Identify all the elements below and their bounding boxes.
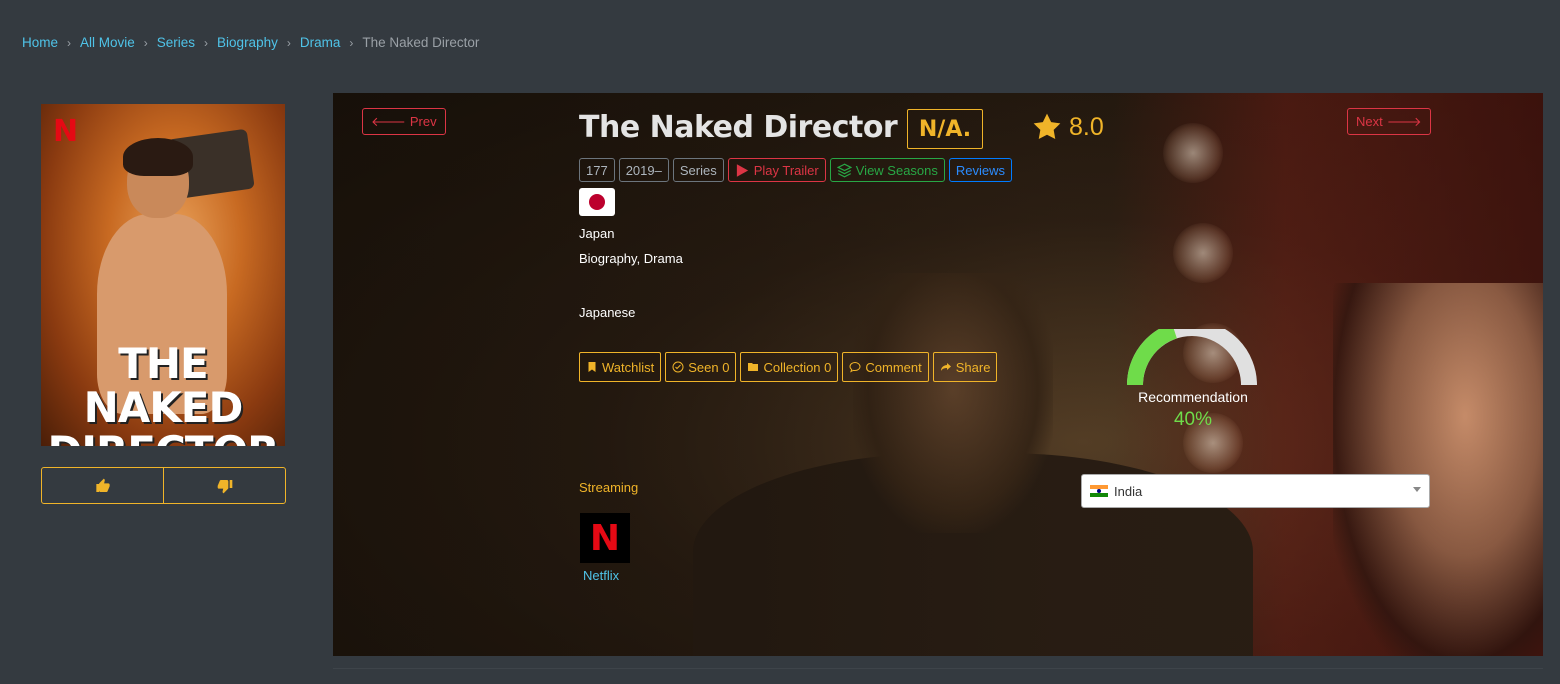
collection-button[interactable]: Collection 0 [740,352,839,382]
breadcrumb-drama[interactable]: Drama [300,35,341,50]
play-trailer-label: Play Trailer [753,162,819,178]
netflix-provider-logo[interactable]: N [580,513,630,563]
dislike-button[interactable] [163,468,285,503]
breadcrumb-all-movie[interactable]: All Movie [80,35,135,50]
page-title: The Naked Director [579,110,898,145]
divider [333,668,1543,669]
collection-label: Collection 0 [763,359,832,375]
reviews-button[interactable]: Reviews [948,158,1013,182]
breadcrumb-series[interactable]: Series [157,35,195,50]
poster-title: THE NAKED DIRECTOR [41,339,285,447]
country: Japan [579,226,615,241]
share-icon [940,363,951,371]
rating: 8.0 [1031,111,1104,143]
breadcrumb-separator: › [204,35,209,50]
check-circle-icon [672,361,684,373]
like-button[interactable] [42,468,163,503]
tag-type: Series [672,158,724,182]
streaming-label: Streaming [579,480,639,495]
tag-year: 2019– [618,158,669,182]
language: Japanese [579,305,636,320]
india-flag-icon [1090,485,1108,497]
certification-badge: N/A. [907,109,983,149]
watchlist-button[interactable]: Watchlist [579,352,662,382]
comment-button[interactable]: Comment [842,352,929,382]
arrow-right-icon: 🡒 [1386,113,1422,129]
bookmark-icon [588,362,596,372]
breadcrumb-separator: › [67,35,72,50]
folder-plus-icon [748,363,759,371]
poster-title-line: THE NAKED [83,339,244,432]
breadcrumb-separator: › [143,35,148,50]
share-label: Share [955,359,991,375]
chevron-down-icon [1413,487,1421,492]
poster-image: N THE NAKED DIRECTOR [41,104,285,446]
view-seasons-label: View Seasons [855,162,938,178]
thumbs-up-icon [95,478,110,492]
netflix-provider-link[interactable]: Netflix [583,568,619,583]
recommendation-gauge [1127,329,1257,386]
country-select-value: India [1114,483,1143,499]
watchlist-label: Watchlist [602,359,655,375]
genres: Biography, Drama [579,251,683,266]
comment-label: Comment [865,359,922,375]
rating-value: 8.0 [1069,112,1104,141]
next-label: Next [1356,114,1383,129]
layers-icon [836,163,852,177]
recommendation-value: 40% [1173,409,1213,430]
breadcrumb-current: The Naked Director [362,35,480,50]
play-trailer-button[interactable]: Play Trailer [727,158,826,182]
gauge-fill [1127,329,1178,386]
japan-flag-icon [579,188,615,216]
arrow-left-icon: 🡐 [371,113,406,129]
country-select[interactable]: India [1081,474,1430,508]
breadcrumb-separator: › [286,35,291,50]
seen-button[interactable]: Seen 0 [665,352,737,382]
recommendation-label: Recommendation [1138,389,1248,405]
prev-label: Prev [409,114,437,129]
tag-row: 177 2019– Series Play Trailer View Seaso… [579,158,1013,182]
comment-icon [849,361,861,373]
star-icon [1033,113,1061,139]
action-bar: Watchlist Seen 0 Collection 0 Comment Sh… [579,352,998,382]
netflix-logo: N [53,114,79,149]
breadcrumb: Home › All Movie › Series › Biography › … [22,35,479,50]
vote-group [41,467,286,504]
poster-figure-hair [123,138,193,176]
next-button[interactable]: Next 🡒 [1347,108,1431,135]
view-seasons-button[interactable]: View Seasons [829,158,945,182]
breadcrumb-separator: › [349,35,354,50]
tag-id: 177 [579,158,615,182]
play-icon [736,163,748,177]
seen-label: Seen 0 [688,359,730,375]
thumbs-down-icon [217,479,232,493]
netflix-logo-letter: N [589,517,621,559]
hero-panel: 🡐 Prev Next 🡒 The Naked Director N/A. 8.… [333,93,1543,656]
prev-button[interactable]: 🡐 Prev [362,108,446,135]
poster-title-line: DIRECTOR [41,430,285,447]
breadcrumb-home[interactable]: Home [22,35,58,50]
breadcrumb-biography[interactable]: Biography [217,35,278,50]
share-button[interactable]: Share [932,352,998,382]
